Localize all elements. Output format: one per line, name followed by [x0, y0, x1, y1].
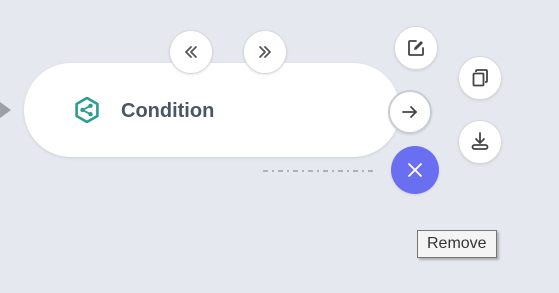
incoming-connector-arrow: [0, 102, 11, 118]
arrow-right-icon: [402, 106, 417, 118]
copy-button[interactable]: [458, 56, 502, 100]
condition-node[interactable]: Condition: [24, 63, 400, 157]
condition-icon: [74, 96, 100, 124]
add-next-step-button[interactable]: [388, 90, 432, 134]
collapse-right-button[interactable]: [243, 30, 287, 74]
workflow-canvas: Condition Remove: [0, 0, 559, 293]
remove-tooltip: Remove: [417, 230, 497, 258]
save-button[interactable]: [458, 120, 502, 164]
close-icon: [408, 163, 422, 177]
download-icon: [471, 132, 489, 150]
edit-button[interactable]: [394, 26, 438, 70]
copy-icon: [472, 69, 488, 87]
remove-button[interactable]: [391, 146, 439, 194]
edit-icon: [408, 40, 424, 56]
double-chevron-right-icon: [259, 46, 271, 58]
double-chevron-left-icon: [185, 46, 197, 58]
node-label: Condition: [121, 100, 215, 122]
connector-dashed-line: [263, 170, 373, 172]
collapse-left-button[interactable]: [169, 30, 213, 74]
